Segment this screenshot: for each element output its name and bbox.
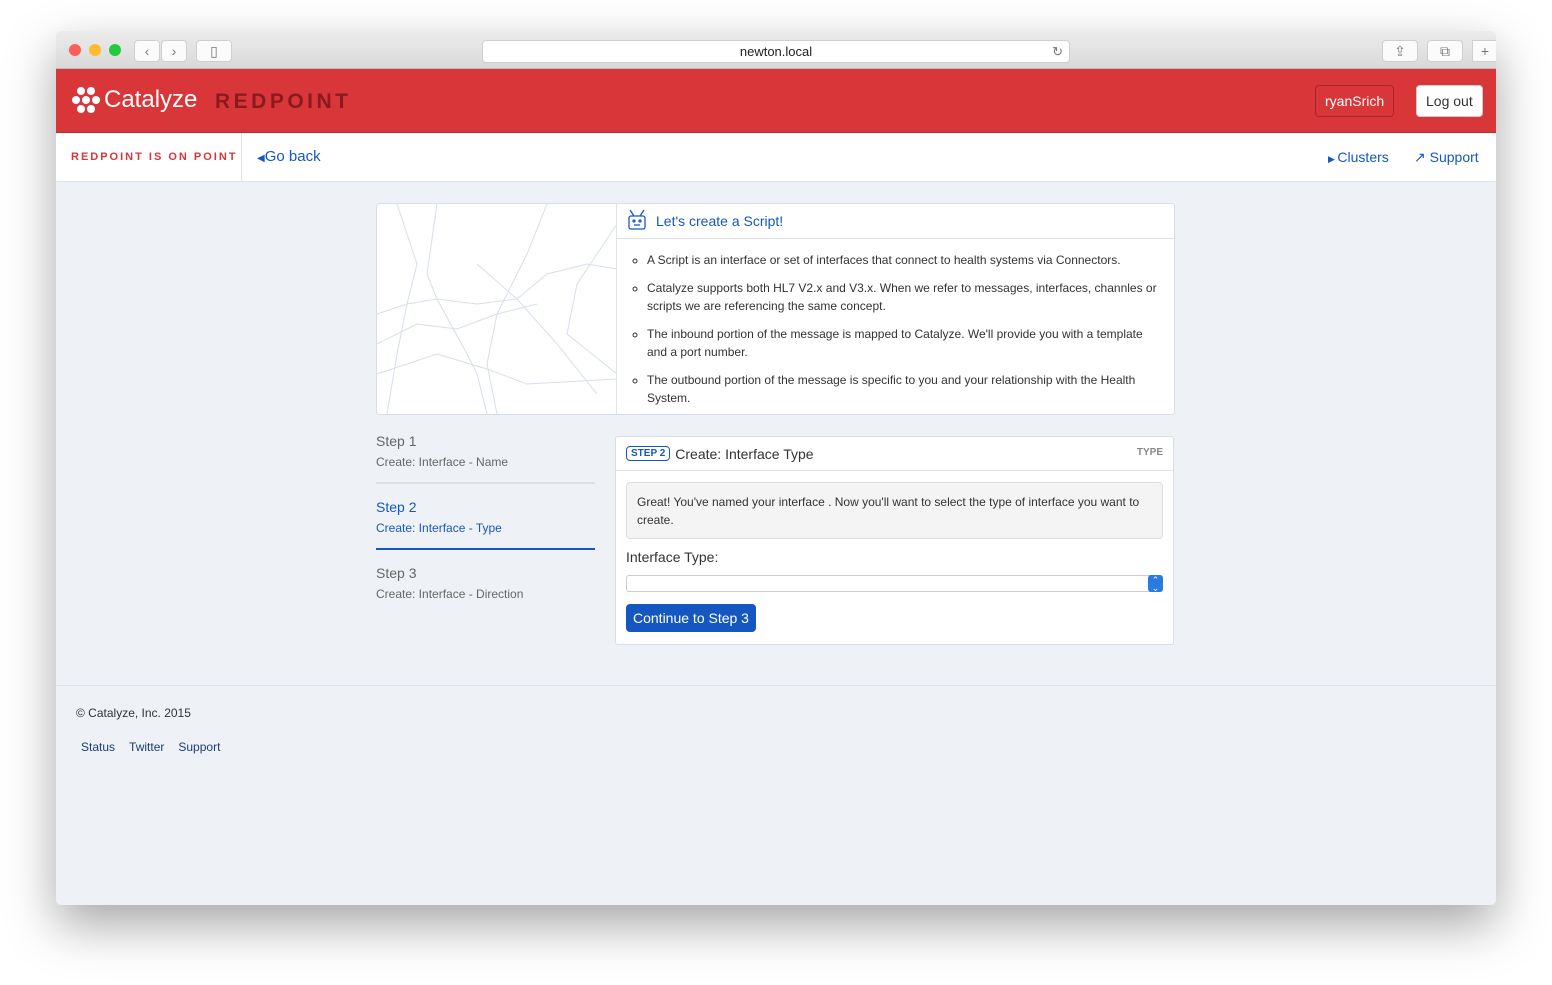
- catalyze-logo[interactable]: Catalyze: [72, 86, 197, 114]
- intro-title: Let's create a Script!: [656, 213, 784, 229]
- step-subtitle: Create: Interface - Name: [376, 455, 509, 469]
- forward-icon[interactable]: ›: [161, 40, 187, 62]
- url-text: newton.local: [739, 44, 813, 59]
- step-subtitle: Create: Interface - Type: [376, 521, 502, 535]
- app-header: Catalyze REDPOINT ryanSrich Log out: [56, 69, 1496, 133]
- logout-button[interactable]: Log out: [1416, 85, 1483, 117]
- step-title: Step 1: [376, 433, 417, 449]
- go-back-link[interactable]: ◀Go back: [257, 148, 321, 165]
- support-label: Support: [1429, 149, 1479, 165]
- caret-right-icon: ▶: [1328, 154, 1338, 164]
- sub-navigation: REDPOINT IS ON POINT ◀Go back ▶ Clusters…: [56, 133, 1496, 182]
- step-title: Step 3: [376, 565, 417, 581]
- step-badge: STEP 2: [626, 446, 671, 461]
- caret-left-icon: ◀: [257, 153, 265, 164]
- support-link[interactable]: ↗ Support: [1414, 149, 1479, 166]
- tabs-icon[interactable]: ⧉: [1427, 40, 1463, 62]
- step-1[interactable]: Step 1 Create: Interface - Name: [376, 433, 595, 484]
- go-back-label: Go back: [264, 148, 321, 165]
- footer: © Catalyze, Inc. 2015 Status Twitter Sup…: [56, 685, 1496, 774]
- card-tag: TYPE: [1136, 447, 1163, 458]
- back-icon[interactable]: ‹: [134, 40, 160, 62]
- step-subtitle: Create: Interface - Direction: [376, 587, 524, 601]
- info-message: Great! You've named your interface . Now…: [626, 482, 1163, 539]
- address-bar[interactable]: newton.local ↻: [482, 40, 1070, 63]
- close-window-button[interactable]: [69, 44, 81, 56]
- brand-name: Catalyze: [104, 86, 198, 113]
- clusters-link[interactable]: ▶ Clusters: [1328, 149, 1389, 165]
- interface-type-label: Interface Type:: [626, 549, 719, 565]
- step-3[interactable]: Step 3 Create: Interface - Direction: [376, 565, 595, 616]
- sidebar-icon[interactable]: ▯: [196, 40, 232, 62]
- maximize-window-button[interactable]: [109, 44, 121, 56]
- copyright: © Catalyze, Inc. 2015: [76, 706, 191, 720]
- reload-icon[interactable]: ↻: [1052, 41, 1063, 63]
- list-item: The outbound portion of the message is s…: [647, 371, 1160, 407]
- tagline: REDPOINT IS ON POINT: [56, 133, 242, 182]
- footer-twitter-link[interactable]: Twitter: [129, 740, 164, 754]
- external-arrow-icon: ↗: [1414, 149, 1430, 165]
- user-button[interactable]: ryanSrich: [1315, 85, 1395, 117]
- browser-window: ‹ › ▯ newton.local ↻ ⇪ ⧉ + Catalyze REDPO…: [56, 31, 1496, 905]
- interface-type-select[interactable]: ⌃ ⌄: [626, 575, 1163, 593]
- hex-logo-icon: [72, 87, 100, 113]
- intro-list: A Script is an interface or set of inter…: [617, 239, 1174, 407]
- map-illustration: [376, 203, 618, 415]
- robot-icon: [627, 209, 647, 234]
- chevron-updown-icon: ⌃ ⌄: [1148, 575, 1163, 593]
- step-card: STEP 2 Create: Interface Type TYPE Great! …: [615, 436, 1174, 645]
- continue-button[interactable]: Continue to Step 3: [626, 604, 756, 632]
- product-name: REDPOINT: [215, 90, 352, 113]
- clusters-label: Clusters: [1337, 149, 1389, 165]
- browser-toolbar: ‹ › ▯ newton.local ↻ ⇪ ⧉ +: [56, 31, 1496, 69]
- list-item: Catalyze supports both HL7 V2.x and V3.x…: [647, 279, 1160, 315]
- intro-panel: Let's create a Script! A Script is an in…: [376, 203, 1175, 415]
- steps-list: Step 1 Create: Interface - Name Step 2 Cre…: [376, 433, 595, 631]
- step-2[interactable]: Step 2 Create: Interface - Type: [376, 499, 595, 550]
- footer-status-link[interactable]: Status: [81, 740, 115, 754]
- list-item: A Script is an interface or set of inter…: [647, 251, 1160, 269]
- list-item: The inbound portion of the message is ma…: [647, 325, 1160, 361]
- minimize-window-button[interactable]: [89, 44, 101, 56]
- footer-support-link[interactable]: Support: [178, 740, 220, 754]
- new-tab-icon[interactable]: +: [1472, 40, 1496, 62]
- card-title: Create: Interface Type: [675, 445, 814, 462]
- share-icon[interactable]: ⇪: [1382, 40, 1418, 62]
- step-title: Step 2: [376, 499, 417, 515]
